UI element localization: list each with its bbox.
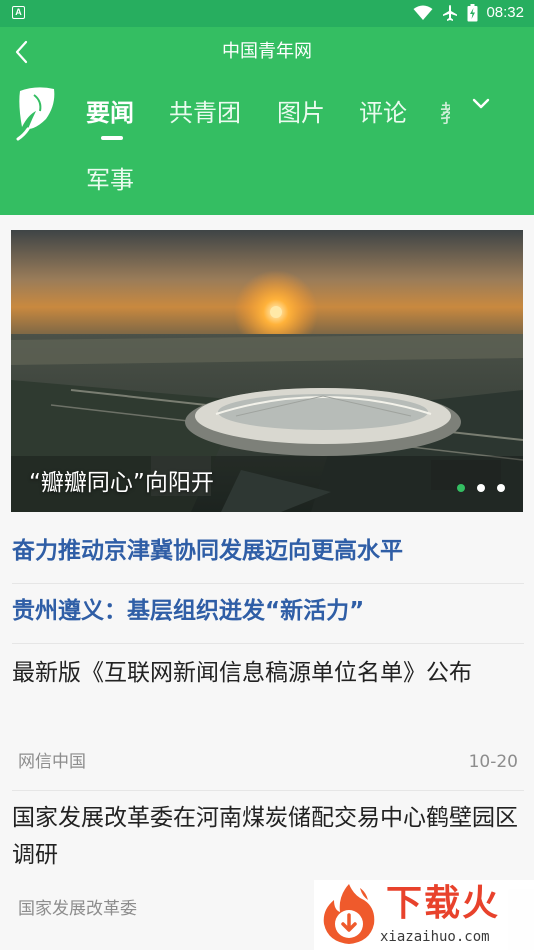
tab-active-indicator [101, 136, 123, 140]
ginkgo-logo-icon [16, 87, 55, 141]
article-title[interactable]: 国家发展改革委在河南煤炭储配交易中心鹤壁园区调研 [12, 800, 524, 874]
article-date: 10-20 [468, 752, 518, 772]
article-source: 国家发展改革委 [18, 899, 137, 919]
carousel-indicator [457, 484, 505, 492]
banner-caption: “瓣瓣同心”向阳开 [29, 470, 214, 496]
banner-carousel[interactable]: “瓣瓣同心”向阳开 [11, 230, 523, 512]
carousel-dot [497, 484, 505, 492]
battery-icon [467, 4, 478, 22]
airplane-icon [443, 5, 458, 21]
headline-link[interactable]: 奋力推动京津冀协同发展迈向更高水平 [12, 536, 403, 566]
divider [12, 583, 524, 584]
tab-commentary[interactable]: 评论 [359, 98, 407, 128]
watermark-url: xiazaihuo.com [380, 929, 490, 945]
divider [12, 790, 524, 791]
article-meta: 网信中国 10-20 [18, 751, 518, 773]
tab-news[interactable]: 要闻 [86, 98, 134, 128]
headline-link[interactable]: 贵州遵义：基层组织迸发“新活力” [12, 596, 364, 626]
chevron-down-icon[interactable] [466, 89, 496, 119]
divider [12, 643, 524, 644]
tab-partial[interactable]: 教 [440, 99, 450, 131]
app-bar: 中国青年网 要闻 共青团 图片 评论 教 军事 [0, 27, 534, 215]
app-title: 中国青年网 [222, 41, 312, 62]
watermark-text: 下载火 [386, 883, 501, 924]
flame-logo-icon [323, 884, 375, 944]
status-bar: A 08:32 [0, 0, 534, 27]
notification-icon: A [12, 6, 25, 19]
watermark: 下载火 xiazaihuo.com [314, 880, 534, 950]
carousel-dot-active [457, 484, 465, 492]
tab-military[interactable]: 军事 [86, 165, 134, 195]
article-title[interactable]: 最新版《互联网新闻信息稿源单位名单》公布 [12, 655, 524, 692]
tab-photos[interactable]: 图片 [277, 98, 325, 128]
wifi-icon [413, 5, 433, 20]
status-time: 08:32 [486, 4, 524, 21]
tab-youth-league[interactable]: 共青团 [169, 98, 241, 128]
status-icons: 08:32 [413, 4, 524, 22]
carousel-dot [477, 484, 485, 492]
article-source: 网信中国 [18, 752, 86, 772]
